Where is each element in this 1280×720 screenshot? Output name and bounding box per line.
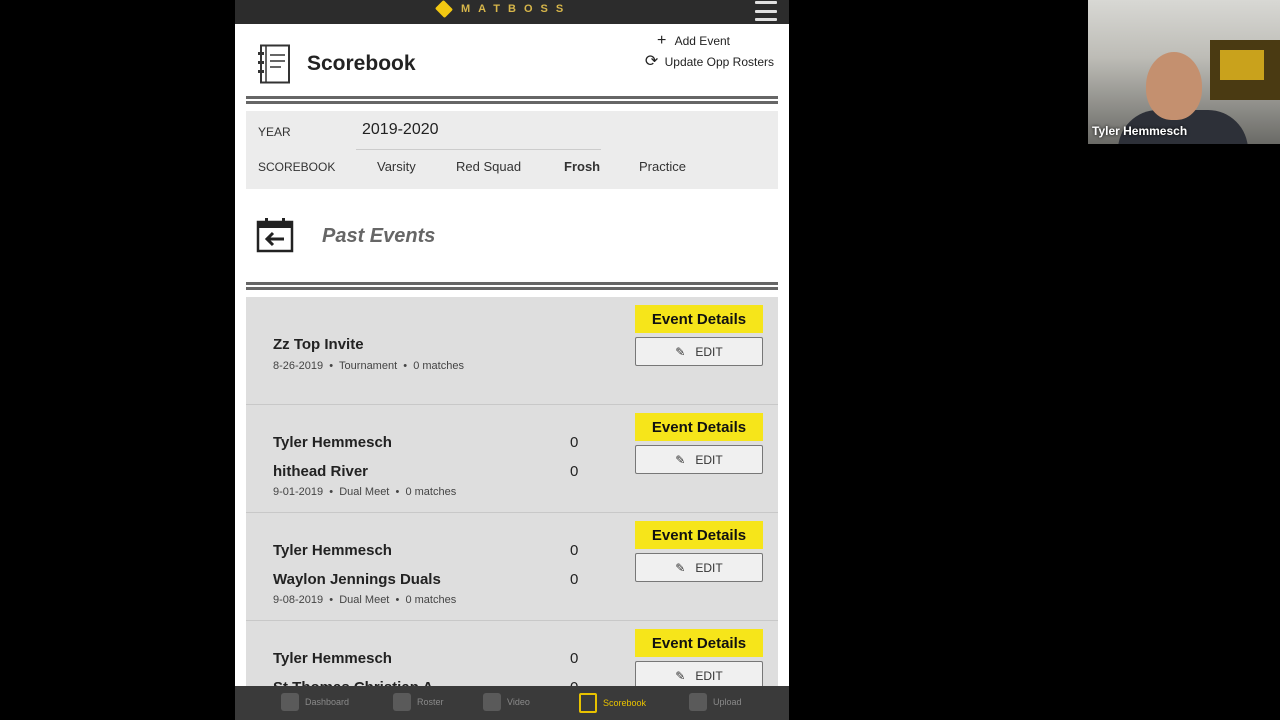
nav-roster[interactable]: Roster	[393, 693, 444, 711]
calendar-back-icon	[256, 218, 294, 253]
participant-video: Tyler Hemmesch	[1088, 0, 1280, 144]
participant-name: Tyler Hemmesch	[1092, 124, 1188, 138]
year-underline	[356, 149, 601, 150]
filter-panel: YEAR 2019-2020 SCOREBOOK Varsity Red Squ…	[246, 111, 778, 189]
cloud-upload-icon	[689, 693, 707, 711]
edit-button[interactable]: ✎ EDIT	[635, 553, 763, 582]
team-name: Tyler Hemmesch	[273, 650, 392, 667]
lion-logo-icon	[434, 0, 454, 19]
top-bar: MATBOSS	[235, 0, 789, 24]
add-event-label: Add Event	[674, 34, 730, 48]
pencil-icon: ✎	[675, 452, 686, 467]
plus-icon: +	[656, 32, 667, 49]
brand-name: MATBOSS	[461, 3, 572, 15]
event-meta: 9-01-2019 • Dual Meet • 0 matches	[273, 486, 457, 498]
event-details-button[interactable]: Event Details	[635, 521, 763, 549]
event-row[interactable]: Tyler Hemmesch 0 Waylon Jennings Duals 0…	[246, 513, 778, 621]
pencil-icon: ✎	[675, 668, 686, 683]
tab-varsity[interactable]: Varsity	[377, 159, 416, 174]
event-meta: 9-08-2019 • Dual Meet • 0 matches	[273, 594, 457, 606]
nav-upload[interactable]: Upload	[689, 693, 742, 711]
menu-icon[interactable]	[755, 0, 777, 21]
event-details-button[interactable]: Event Details	[635, 305, 763, 333]
scorebook-label: SCOREBOOK	[258, 160, 336, 174]
year-label: YEAR	[258, 125, 291, 139]
edit-button[interactable]: ✎ EDIT	[635, 661, 763, 687]
event-details-button[interactable]: Event Details	[635, 629, 763, 657]
team-name: Tyler Hemmesch	[273, 542, 392, 559]
nav-video[interactable]: Video	[483, 693, 530, 711]
year-select[interactable]: 2019-2020	[362, 121, 439, 139]
section-title: Past Events	[322, 225, 436, 247]
wall-poster	[1210, 40, 1280, 100]
pencil-icon: ✎	[675, 560, 686, 575]
update-rosters-label: Update Opp Rosters	[664, 55, 774, 69]
page-title: Scorebook	[307, 52, 416, 75]
opponent-score: 0	[570, 463, 579, 480]
team-score: 0	[570, 650, 579, 667]
pencil-icon: ✎	[675, 344, 686, 359]
tab-frosh[interactable]: Frosh	[564, 159, 600, 174]
bottom-nav: Dashboard Roster Video Scorebook Upload	[235, 686, 789, 720]
tab-red-squad[interactable]: Red Squad	[456, 159, 521, 174]
participant-head	[1146, 52, 1202, 120]
team-name: Tyler Hemmesch	[273, 434, 392, 451]
update-opp-rosters-button[interactable]: ⟳ Update Opp Rosters	[644, 53, 774, 70]
team-score: 0	[570, 542, 579, 559]
event-row[interactable]: Zz Top Invite 8-26-2019 • Tournament • 0…	[246, 297, 778, 405]
event-meta: 8-26-2019 • Tournament • 0 matches	[273, 360, 464, 372]
opponent-name: hithead River	[273, 463, 369, 480]
edit-button[interactable]: ✎ EDIT	[635, 445, 763, 474]
event-name: Zz Top Invite	[273, 336, 364, 353]
opponent-name: Waylon Jennings Duals	[273, 571, 441, 588]
nav-dashboard[interactable]: Dashboard	[281, 693, 349, 711]
book-icon	[579, 693, 597, 713]
event-details-button[interactable]: Event Details	[635, 413, 763, 441]
clipboard-icon	[393, 693, 411, 711]
dashboard-icon	[281, 693, 299, 711]
event-row[interactable]: Tyler Hemmesch 0 St Thomas Christian A 0…	[246, 621, 778, 687]
edit-button[interactable]: ✎ EDIT	[635, 337, 763, 366]
opponent-score: 0	[570, 571, 579, 588]
video-camera-icon	[483, 693, 501, 711]
refresh-icon: ⟳	[644, 53, 659, 70]
event-row[interactable]: Tyler Hemmesch 0 hithead River 0 9-01-20…	[246, 405, 778, 513]
past-events-header: Past Events	[235, 205, 789, 275]
add-event-button[interactable]: + Add Event	[655, 32, 730, 49]
section-divider	[246, 282, 778, 290]
team-score: 0	[570, 434, 579, 451]
nav-scorebook[interactable]: Scorebook	[579, 693, 646, 713]
page-header: Scorebook + Add Event ⟳ Update Opp Roste…	[235, 24, 789, 96]
header-divider	[246, 96, 778, 104]
tab-practice[interactable]: Practice	[639, 159, 686, 174]
matboss-logo[interactable]: MATBOSS	[434, 0, 572, 19]
app-window: MATBOSS Scorebook + Add Event ⟳ Update O…	[235, 0, 789, 720]
scorebook-icon	[258, 44, 290, 84]
event-list: Zz Top Invite 8-26-2019 • Tournament • 0…	[246, 297, 778, 687]
